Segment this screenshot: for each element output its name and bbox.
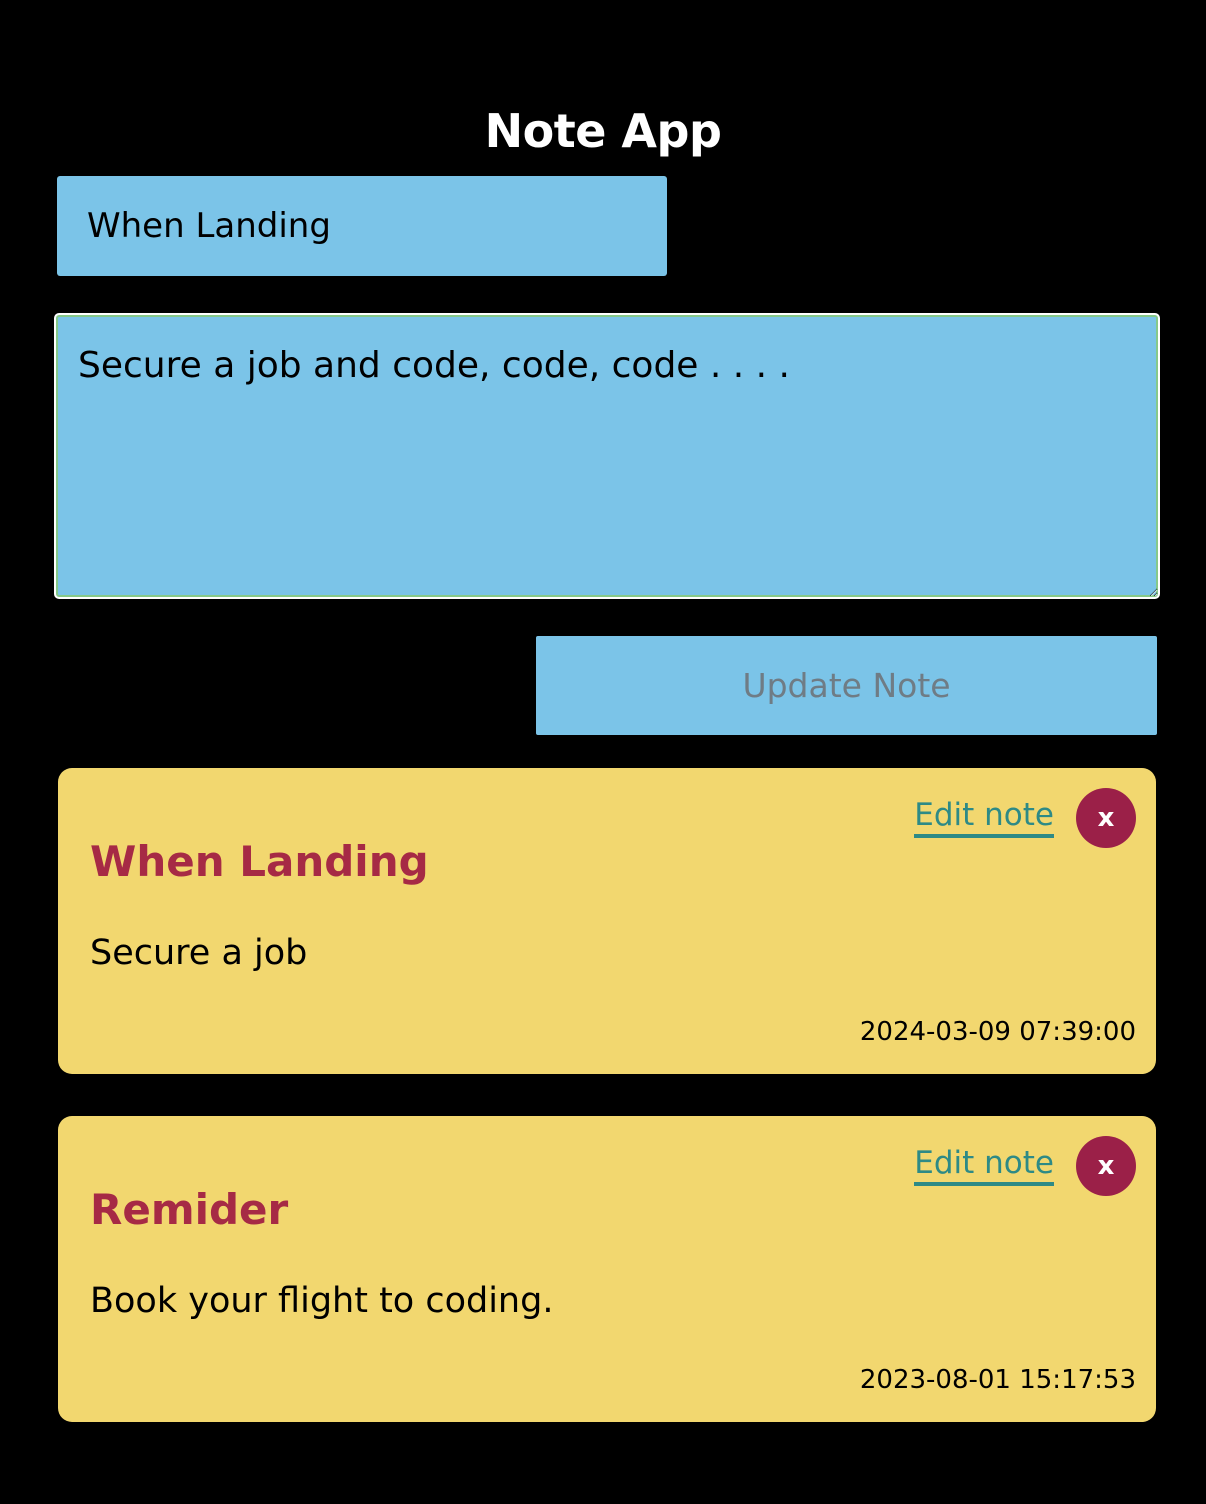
note-card: Edit note x When Landing Secure a job 20… [58,768,1156,1074]
note-body-textarea[interactable]: Secure a job and code, code, code . . . … [54,313,1160,599]
note-timestamp: 2023-08-01 15:17:53 [859,1365,1136,1395]
page-title: Note App [484,103,722,158]
note-title: Remider [90,1185,289,1234]
delete-note-button[interactable]: x [1076,788,1136,848]
note-title-input[interactable] [57,176,667,276]
note-title: When Landing [90,837,429,886]
note-body: Book your flight to coding. [90,1281,554,1321]
note-body: Secure a job [90,933,308,973]
delete-note-button[interactable]: x [1076,1136,1136,1196]
note-card: Edit note x Remider Book your flight to … [58,1116,1156,1422]
edit-note-link[interactable]: Edit note [914,796,1054,838]
edit-note-link[interactable]: Edit note [914,1144,1054,1186]
update-note-button[interactable]: Update Note [536,636,1157,735]
note-timestamp: 2024-03-09 07:39:00 [859,1017,1136,1047]
